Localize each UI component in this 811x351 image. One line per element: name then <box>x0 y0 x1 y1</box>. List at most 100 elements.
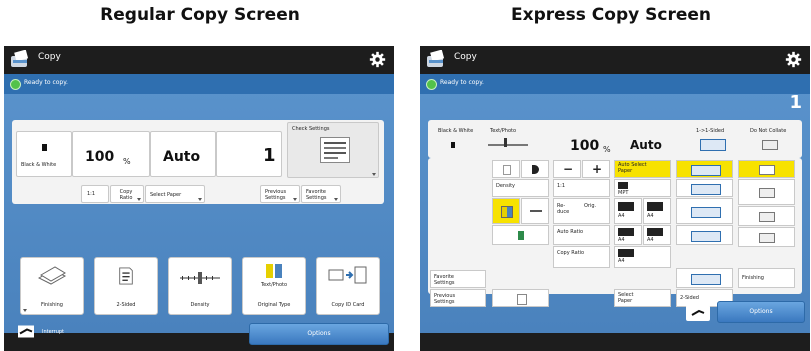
chevron-down-icon <box>198 198 202 201</box>
sided-icon <box>691 231 721 242</box>
paper-size-label: A4 <box>647 237 654 243</box>
finishing-button[interactable]: Finishing <box>20 257 84 315</box>
auto-select-paper-button[interactable]: Auto Select Paper <box>614 160 671 178</box>
photo-original-icon <box>518 231 524 240</box>
paper-drawer3-button[interactable]: A4 <box>614 225 642 245</box>
two-to-one-sided-button[interactable] <box>676 225 733 245</box>
title-bar: Copy <box>4 46 394 74</box>
collate-icon <box>759 188 775 198</box>
copy-id-card-label: Copy ID Card <box>331 302 365 308</box>
paper-drawer5-button[interactable]: A4 <box>614 246 671 268</box>
copy-id-card-button[interactable]: Copy ID Card <box>316 257 380 315</box>
paper-drawer1-button[interactable]: A4 <box>614 198 642 224</box>
two-sided-icon <box>119 267 133 285</box>
ratio-1to1-button[interactable]: 1:1 <box>553 179 610 197</box>
previous-settings-button[interactable]: Previous Settings <box>260 185 300 203</box>
drawer-icon <box>647 228 663 236</box>
lighter-button[interactable] <box>492 160 520 178</box>
two-sided-label: 2-Sided <box>680 295 699 301</box>
regular-copy-screen: Copy Ready to copy. Black & White 100 % … <box>4 46 394 351</box>
enlarge-button[interactable]: + <box>582 160 610 178</box>
id-card-icon <box>517 294 527 305</box>
two-to-two-sided-button[interactable] <box>676 198 733 224</box>
staple-button[interactable] <box>738 227 795 247</box>
collate-button[interactable] <box>738 179 795 205</box>
regular-screen-heading: Regular Copy Screen <box>100 5 300 25</box>
paper-drawer4-button[interactable]: A4 <box>643 225 671 245</box>
drawer-icon <box>618 228 634 236</box>
density-button[interactable]: Density <box>492 179 549 197</box>
copy-ratio-button[interactable]: Copy Ratio <box>110 185 144 203</box>
paper-value: Auto <box>630 138 662 152</box>
two-sided-button[interactable]: 2-Sided <box>94 257 158 315</box>
one-to-one-sided-button[interactable] <box>676 160 733 178</box>
select-paper-button[interactable]: Select Paper <box>145 185 205 203</box>
favorite-settings-button[interactable]: Favorite Settings <box>430 270 486 288</box>
previous-settings-button[interactable]: Previous Settings <box>430 289 486 307</box>
gear-icon[interactable] <box>785 51 802 68</box>
original-type-icon <box>266 264 282 278</box>
do-not-collate-button[interactable] <box>738 160 795 178</box>
density-button[interactable]: Density <box>168 257 232 315</box>
original-type-icon <box>501 206 513 218</box>
previous-settings-label: Previous Settings <box>434 293 456 305</box>
reduce-button[interactable]: − <box>553 160 581 178</box>
density-label: Density <box>496 183 516 189</box>
book-to-two-sided-button[interactable] <box>676 268 733 288</box>
photo-original-button[interactable] <box>492 225 549 245</box>
paper-drawer2-button[interactable]: A4 <box>643 198 671 224</box>
text-photo-label: Text/Photo <box>260 282 288 288</box>
auto-ratio-button[interactable]: Auto Ratio <box>553 225 610 245</box>
copy-ratio-label: Copy Ratio <box>557 250 585 256</box>
previous-settings-label: Previous Settings <box>265 189 287 201</box>
interrupt-button[interactable] <box>686 305 710 321</box>
status-text: Ready to copy. <box>24 79 68 86</box>
text-photo-original-button[interactable] <box>492 198 520 224</box>
density-icon <box>180 272 220 284</box>
paper-size-label: A4 <box>618 258 625 264</box>
text-photo-setting[interactable]: Text/Photo <box>484 124 536 156</box>
original-type-label: Original Type <box>257 302 291 308</box>
paper-mpt-button[interactable]: MPT <box>614 179 671 197</box>
one-sided-setting[interactable]: 1->1-Sided <box>684 124 740 156</box>
minus-icon: − <box>563 162 574 176</box>
status-bar: Ready to copy. <box>420 74 810 94</box>
black-white-setting[interactable]: Black & White <box>432 124 476 156</box>
favorite-settings-button[interactable]: Favorite Settings <box>301 185 341 203</box>
chevron-down-icon <box>23 309 27 312</box>
sided-icon <box>691 184 721 195</box>
copy-app-icon <box>11 50 29 67</box>
status-bar: Ready to copy. <box>4 74 394 94</box>
drawer-icon <box>618 249 634 257</box>
bw-icon <box>42 144 47 151</box>
group-icon <box>759 212 775 222</box>
color-mode-button[interactable]: Black & White <box>16 131 72 177</box>
options-button[interactable]: Options <box>249 323 389 345</box>
id-card-shortcut-button[interactable] <box>492 289 549 307</box>
darker-button[interactable] <box>521 160 549 178</box>
select-paper-button[interactable]: Select Paper <box>614 289 671 307</box>
copies-display[interactable]: 1 <box>216 131 282 177</box>
do-not-collate-setting[interactable]: Do Not Collate <box>742 124 798 156</box>
check-settings-button[interactable]: Check Settings <box>287 122 379 178</box>
options-button[interactable]: Options <box>717 301 805 323</box>
copy-app-icon <box>427 50 445 67</box>
ratio-unit: % <box>603 145 611 154</box>
group-button[interactable] <box>738 206 795 226</box>
bw-icon <box>451 142 455 148</box>
copy-ratio-button[interactable]: Copy Ratio <box>553 246 610 268</box>
chevron-down-icon <box>137 198 141 201</box>
finishing-button[interactable]: Finishing <box>738 268 795 288</box>
text-original-button[interactable] <box>521 198 549 224</box>
ratio-1to1-button[interactable]: 1:1 <box>81 185 109 203</box>
interrupt-button[interactable]: Interrupt <box>16 322 74 342</box>
sided-icon <box>700 139 726 151</box>
one-to-two-sided-button[interactable] <box>676 179 733 197</box>
finishing-icon <box>37 266 67 285</box>
gear-icon[interactable] <box>369 51 386 68</box>
paper-display[interactable]: Auto <box>150 131 216 177</box>
drawer-icon <box>647 202 663 211</box>
ratio-display[interactable]: 100 % <box>72 131 150 177</box>
reduce-orig-button[interactable]: Re-duce Orig. <box>553 198 610 224</box>
original-type-button[interactable]: Text/Photo Original Type <box>242 257 306 315</box>
